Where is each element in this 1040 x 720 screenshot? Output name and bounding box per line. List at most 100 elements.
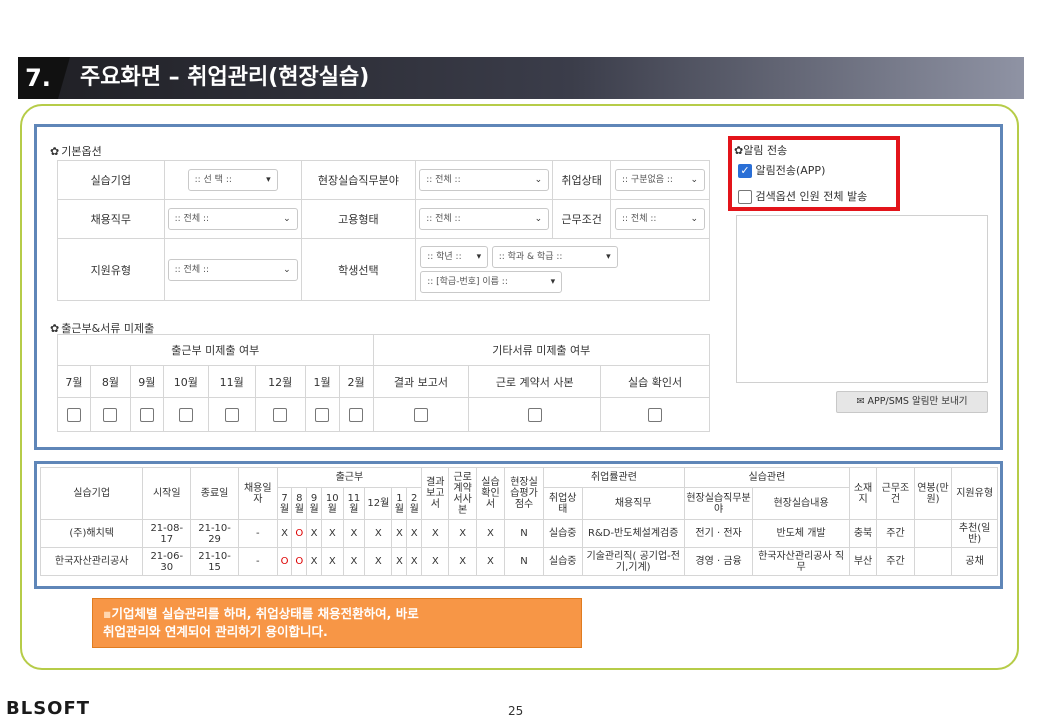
label-field: 현장실습직무분야 xyxy=(300,160,417,200)
col-train-group: 실습관련 xyxy=(683,467,850,488)
job-select[interactable]: :: 전체 :: ⌄ xyxy=(167,208,298,230)
cell-month: X xyxy=(406,519,423,548)
callout-line-1: ▪기업체별 실습관리를 하며, 취업상태를 채용전환하여, 바로 xyxy=(103,606,419,621)
checkbox-checked[interactable]: ✓ xyxy=(738,164,752,178)
col-support: 지원유형 xyxy=(951,467,998,520)
cell-support: 추천(일반) xyxy=(951,519,998,548)
gear-icon: ✿ xyxy=(50,145,60,158)
month-checkbox[interactable] xyxy=(178,407,193,422)
caret-down-icon: ▾ xyxy=(266,175,271,185)
cell-eval: N xyxy=(504,519,544,548)
emp-status-select[interactable]: :: 구분없음 :: ⌄ xyxy=(614,169,705,191)
cell-month: X xyxy=(320,519,344,548)
col-start: 시작일 xyxy=(142,467,192,520)
col-emp-status: 취업상태 xyxy=(542,487,583,520)
table-row[interactable]: 한국자산관리공사 21-06-30 21-10-15 - O O X X X X… xyxy=(39,547,998,576)
field-select[interactable]: :: 전체 :: ⌄ xyxy=(419,169,550,191)
cell-job: R&D-반도체설계검증 xyxy=(581,519,685,548)
month-header: 8월 xyxy=(89,365,131,398)
doc-checkbox[interactable] xyxy=(413,407,428,422)
label-emp-status: 취업상태 xyxy=(552,160,611,200)
col-month: 1월 xyxy=(391,487,408,520)
col-hire: 채용일자 xyxy=(237,467,278,520)
table-row[interactable]: (주)해치텍 21-08-17 21-10-29 - X O X X X X X… xyxy=(39,519,998,548)
doc-header: 실습 확인서 xyxy=(600,365,710,398)
grade-select[interactable]: :: 학년 :: ▾ xyxy=(420,246,489,268)
doc-header: 근로 계약서 사본 xyxy=(468,365,602,398)
cell-contract: X xyxy=(448,547,477,576)
col-location: 소재지 xyxy=(848,467,878,520)
col-month: 10월 xyxy=(320,487,344,520)
month-header: 12월 xyxy=(254,365,306,398)
doc-header: 결과 보고서 xyxy=(372,365,470,398)
chevron-down-icon: ⌄ xyxy=(534,175,543,185)
section-number: 7. xyxy=(18,57,70,99)
month-checkbox[interactable] xyxy=(103,407,118,422)
col-month: 7월 xyxy=(276,487,293,520)
month-header: 7월 xyxy=(57,365,91,398)
cell-month: O xyxy=(291,547,308,576)
missing-docs-table: 출근부 미제출 여부 기타서류 미제출 여부 7월 8월 9월 10월 11월 … xyxy=(57,334,711,432)
month-checkbox[interactable] xyxy=(66,407,81,422)
cell-condition: 주간 xyxy=(876,547,915,576)
cell-company: 한국자산관리공사 xyxy=(39,547,144,576)
col-eval: 현장실습평가점수 xyxy=(504,467,544,520)
col-report: 결과보고서 xyxy=(421,467,450,520)
emp-type-select[interactable]: :: 전체 :: ⌄ xyxy=(419,208,550,230)
basic-options-title: ✿ 기본옵션 xyxy=(50,145,102,158)
cell-content: 반도체 개발 xyxy=(752,519,850,548)
cell-condition: 주간 xyxy=(876,519,915,548)
caret-down-icon: ▾ xyxy=(606,252,611,262)
gear-icon: ✿ xyxy=(734,144,744,157)
send-alert-button[interactable]: ✉ APP/SMS 알림만 보내기 xyxy=(836,391,988,413)
caret-down-icon: ▾ xyxy=(476,252,482,262)
envelope-icon: ✉ xyxy=(856,396,865,407)
month-checkbox[interactable] xyxy=(349,407,364,422)
cell-support: 공채 xyxy=(951,547,998,576)
cell-hire: - xyxy=(237,519,278,548)
doc-checkbox[interactable] xyxy=(527,407,542,422)
cell-month: X xyxy=(306,519,322,548)
month-checkbox[interactable] xyxy=(224,407,239,422)
chevron-down-icon: ⌄ xyxy=(690,175,698,185)
cell-salary xyxy=(913,547,953,576)
month-checkbox[interactable] xyxy=(315,407,330,422)
chevron-down-icon: ⌄ xyxy=(283,264,291,275)
cell-month: X xyxy=(364,547,393,576)
cell-field: 전기 · 전자 xyxy=(683,519,754,548)
month-checkbox[interactable] xyxy=(139,407,154,422)
condition-select[interactable]: :: 전체 :: ⌄ xyxy=(614,208,705,230)
label-company: 실습기업 xyxy=(57,160,165,200)
cell-location: 부산 xyxy=(848,547,878,576)
col-month: 2월 xyxy=(406,487,423,520)
dept-class-select[interactable]: :: 학과 & 학급 :: ▾ xyxy=(491,246,618,268)
company-logo: BLSOFT xyxy=(6,698,91,719)
company-select[interactable]: :: 선 택 :: ▾ xyxy=(187,169,278,191)
alert-app-option[interactable]: ✓ 알림전송(APP) xyxy=(738,162,825,178)
doc-checkbox[interactable] xyxy=(648,407,663,422)
cell-job: 기술관리직( 공기업-전기,기계) xyxy=(581,547,685,576)
month-header: 1월 xyxy=(304,365,340,398)
chevron-down-icon: ⌄ xyxy=(690,214,698,224)
cell-field: 경영 · 금융 xyxy=(683,547,754,576)
cell-start: 21-06-30 xyxy=(142,547,192,576)
cell-month: X xyxy=(306,547,322,576)
col-field: 현장실습직무분야 xyxy=(683,487,754,520)
support-select[interactable]: :: 전체 :: ⌄ xyxy=(167,258,298,281)
alert-title: ✿알림 전송 xyxy=(734,144,788,157)
col-salary: 연봉(만원) xyxy=(913,467,953,520)
student-name-select[interactable]: :: [학급-번호] 이름 :: ▾ xyxy=(420,271,563,293)
alert-all-option[interactable]: 검색옵션 인원 전체 발송 xyxy=(738,188,867,204)
chevron-down-icon: ⌄ xyxy=(283,214,291,224)
month-header: 9월 xyxy=(129,365,164,398)
month-checkbox[interactable] xyxy=(273,407,288,422)
col-month: 11월 xyxy=(342,487,366,520)
callout-note: ▪기업체별 실습관리를 하며, 취업상태를 채용전환하여, 바로 취업관리와 연… xyxy=(92,598,582,648)
message-textarea[interactable] xyxy=(736,215,988,383)
col-end: 종료일 xyxy=(190,467,239,520)
checkbox-unchecked[interactable] xyxy=(738,190,752,204)
cell-report: X xyxy=(421,547,450,576)
label-condition: 근무조건 xyxy=(552,199,611,239)
cell-eval: N xyxy=(504,547,544,576)
cell-month: X xyxy=(391,519,408,548)
